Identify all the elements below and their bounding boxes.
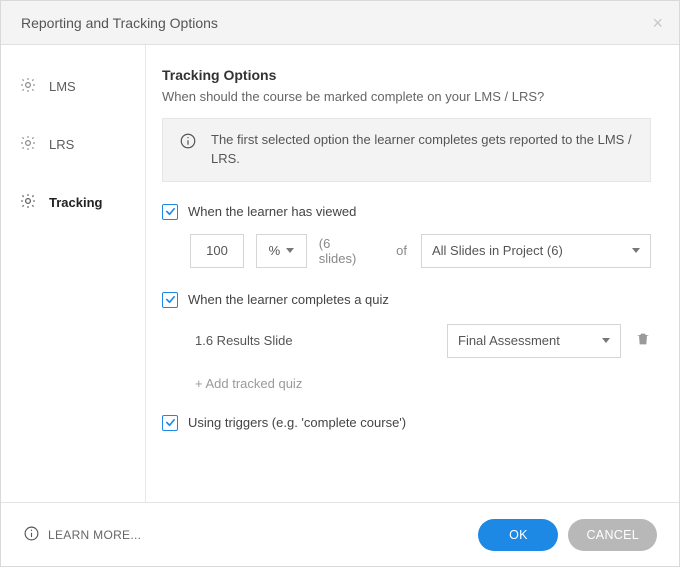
option-viewed-label: When the learner has viewed xyxy=(188,204,356,219)
add-tracked-quiz[interactable]: + Add tracked quiz xyxy=(190,376,651,391)
section-subtitle: When should the course be marked complet… xyxy=(162,89,651,104)
quiz-item-label: 1.6 Results Slide xyxy=(190,333,326,348)
ok-button[interactable]: OK xyxy=(478,519,558,551)
info-icon xyxy=(179,132,197,169)
viewed-scope-value: All Slides in Project (6) xyxy=(432,243,563,258)
dialog-title: Reporting and Tracking Options xyxy=(21,15,218,31)
titlebar: Reporting and Tracking Options × xyxy=(1,1,679,45)
dialog-body: LMS LRS Tracking xyxy=(1,45,679,502)
close-icon[interactable]: × xyxy=(652,14,663,32)
chevron-down-icon xyxy=(286,248,294,253)
gear-icon xyxy=(19,76,37,97)
quiz-row: 1.6 Results Slide Final Assessment xyxy=(190,324,651,358)
gear-icon xyxy=(19,192,37,213)
gear-icon xyxy=(19,134,37,155)
viewed-scope-select[interactable]: All Slides in Project (6) xyxy=(421,234,651,268)
option-viewed: When the learner has viewed xyxy=(162,204,651,220)
sidebar-item-label: LMS xyxy=(49,79,76,94)
sidebar: LMS LRS Tracking xyxy=(1,45,146,502)
dialog-window: Reporting and Tracking Options × LMS xyxy=(0,0,680,567)
trash-icon[interactable] xyxy=(635,331,651,350)
option-quiz-label: When the learner completes a quiz xyxy=(188,292,389,307)
sidebar-item-lms[interactable]: LMS xyxy=(1,57,145,115)
section-title: Tracking Options xyxy=(162,67,651,83)
cancel-label: CANCEL xyxy=(586,528,639,542)
option-triggers: Using triggers (e.g. 'complete course') xyxy=(162,415,651,431)
viewed-unit-value: % xyxy=(269,243,281,258)
sidebar-item-label: Tracking xyxy=(49,195,102,210)
option-quiz: When the learner completes a quiz xyxy=(162,292,651,308)
dialog-footer: LEARN MORE... OK CANCEL xyxy=(1,502,679,566)
learn-more-label: LEARN MORE... xyxy=(48,528,141,542)
viewed-of-label: of xyxy=(396,243,407,258)
option-quiz-block: When the learner completes a quiz 1.6 Re… xyxy=(162,292,651,391)
viewed-params: % (6 slides) of All Slides in Project (6… xyxy=(190,234,651,268)
checkbox-triggers[interactable] xyxy=(162,415,178,431)
cancel-button[interactable]: CANCEL xyxy=(568,519,657,551)
ok-label: OK xyxy=(509,528,528,542)
viewed-value-input[interactable] xyxy=(190,234,244,268)
viewed-unit-select[interactable]: % xyxy=(256,234,307,268)
viewed-count-label: (6 slides) xyxy=(319,236,370,266)
checkbox-quiz[interactable] xyxy=(162,292,178,308)
quiz-details: 1.6 Results Slide Final Assessment + Add… xyxy=(190,324,651,391)
option-viewed-block: When the learner has viewed % (6 slides)… xyxy=(162,204,651,268)
sidebar-item-label: LRS xyxy=(49,137,74,152)
content-panel: Tracking Options When should the course … xyxy=(146,45,679,502)
info-text: The first selected option the learner co… xyxy=(211,131,634,169)
sidebar-item-tracking[interactable]: Tracking xyxy=(1,173,145,231)
chevron-down-icon xyxy=(632,248,640,253)
info-box: The first selected option the learner co… xyxy=(162,118,651,182)
quiz-select-value: Final Assessment xyxy=(458,333,560,348)
option-triggers-label: Using triggers (e.g. 'complete course') xyxy=(188,415,406,430)
chevron-down-icon xyxy=(602,338,610,343)
sidebar-item-lrs[interactable]: LRS xyxy=(1,115,145,173)
quiz-select[interactable]: Final Assessment xyxy=(447,324,621,358)
learn-more-link[interactable]: LEARN MORE... xyxy=(23,525,141,545)
checkbox-viewed[interactable] xyxy=(162,204,178,220)
info-icon xyxy=(23,525,40,545)
